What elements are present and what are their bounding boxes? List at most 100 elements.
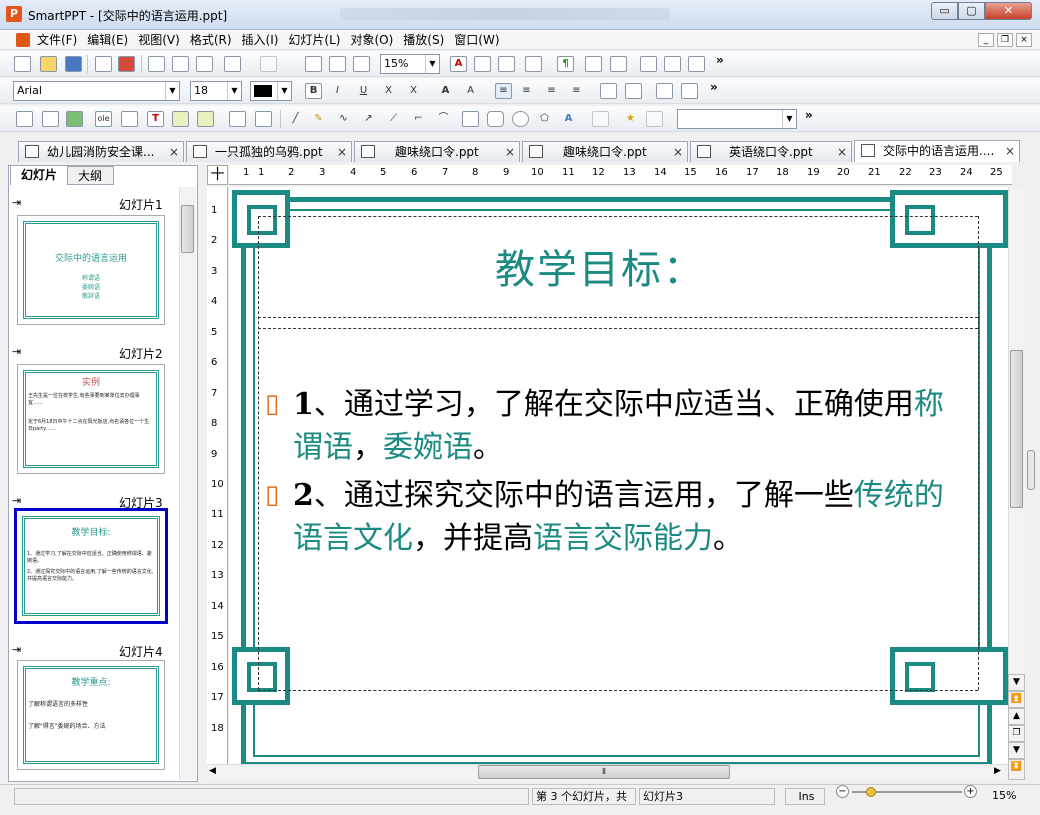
tab-document[interactable]: 趣味绕口令.ppt × — [354, 141, 520, 162]
ruler-corner[interactable]: 十 — [207, 165, 228, 185]
zoom-select[interactable]: 15% ▼ — [380, 54, 440, 74]
tab-document[interactable]: 趣味绕口令.ppt × — [522, 141, 688, 162]
connector-tool-icon[interactable]: ⟋ — [385, 111, 402, 127]
menu-window[interactable]: 窗口(W) — [449, 30, 504, 50]
bullet-item[interactable]: ▯ 2、通过探究交际中的语言运用，了解一些传统的语言文化，并提高语言交际能力。 — [265, 474, 973, 560]
justify-icon[interactable]: ≡ — [568, 83, 585, 99]
zoom-in-icon[interactable]: + — [964, 785, 977, 798]
vertical-scroll-thumb[interactable] — [1010, 350, 1023, 508]
text-color-icon[interactable]: A — [450, 56, 467, 72]
insert-movie-icon[interactable] — [229, 111, 246, 127]
mdi-restore-button[interactable]: ❐ — [997, 33, 1013, 47]
close-icon[interactable]: × — [337, 142, 347, 162]
tab-document[interactable]: 英语绕口令.ppt × — [690, 141, 852, 162]
mdi-minimize-button[interactable]: _ — [978, 33, 994, 47]
tab-document[interactable]: 一只孤独的乌鸦.ppt × — [186, 141, 352, 162]
insert-table-icon[interactable] — [474, 56, 491, 72]
bullet-item[interactable]: ▯ 1、通过学习，了解在交际中应适当、正确使用称谓语，委婉语。 — [265, 383, 973, 469]
menu-play[interactable]: 播放(S) — [398, 30, 449, 50]
document-icon[interactable] — [16, 33, 30, 47]
panel-grip[interactable] — [1027, 450, 1035, 490]
toolbar3-more[interactable]: » — [805, 108, 813, 122]
tab-document-active[interactable]: 交际中的语言运用.... × — [854, 140, 1020, 162]
spell-check-icon[interactable] — [585, 56, 602, 72]
insert-sound-icon[interactable] — [255, 111, 272, 127]
close-icon[interactable]: × — [505, 142, 515, 162]
maximize-button[interactable]: ▢ — [958, 2, 985, 20]
insert-formula-icon[interactable] — [121, 111, 138, 127]
menu-object[interactable]: 对象(O) — [345, 30, 398, 50]
panel-splitter[interactable] — [199, 165, 207, 782]
slide-sorter-icon[interactable] — [305, 56, 322, 72]
align-right-icon[interactable]: ≡ — [543, 83, 560, 99]
wordart-icon[interactable]: A — [560, 111, 577, 127]
horizontal-scroll-thumb[interactable]: ⦀ — [478, 765, 730, 779]
horizontal-ruler[interactable]: 1 1 2 3 4 5 6 7 8 9 10 11 12 13 14 15 16… — [229, 165, 1012, 185]
curved-connector-icon[interactable]: ⌒ — [435, 111, 452, 127]
grow-font-button[interactable]: A — [437, 83, 454, 99]
scroll-left-arrow-icon[interactable]: ◀ — [209, 766, 216, 776]
copy-icon[interactable] — [172, 56, 189, 72]
tab-document[interactable]: 幼儿园消防安全课... × — [18, 141, 184, 162]
scroll-down-arrow-icon[interactable]: ▼ — [1008, 674, 1025, 691]
insert-image-icon[interactable] — [66, 111, 83, 127]
last-slide-icon[interactable]: ⏬ — [1008, 759, 1025, 780]
zoom-icon[interactable] — [329, 56, 346, 72]
slide-thumbnail-selected[interactable]: 教学目标: 1、通过学习,了解在交际中应适当、正确使用称谓语、委婉语。 2、通过… — [14, 508, 168, 624]
insert-textbox-icon[interactable] — [16, 111, 33, 127]
export-pdf-icon[interactable] — [118, 56, 135, 72]
minimize-button[interactable]: ▭ — [931, 2, 958, 20]
first-slide-icon[interactable]: ⏫ — [1008, 691, 1025, 708]
numbered-list-icon[interactable] — [681, 83, 698, 99]
scroll-right-arrow-icon[interactable]: ▶ — [994, 766, 1001, 776]
menu-file[interactable]: 文件(F) — [32, 30, 82, 50]
underline-button[interactable]: U — [355, 83, 372, 99]
menu-insert[interactable]: 插入(I) — [237, 30, 284, 50]
menu-format[interactable]: 格式(R) — [185, 30, 237, 50]
tab-slides[interactable]: 幻灯片 — [10, 165, 68, 185]
print-icon[interactable] — [95, 56, 112, 72]
slides-panel-scrollbar[interactable] — [179, 187, 196, 780]
slide-thumbnail[interactable]: 实例 王先生是一位在校学生,有些事要到某单位去办理事宜…… 定于6月18日中午十… — [17, 364, 165, 474]
menu-view[interactable]: 视图(V) — [133, 30, 185, 50]
insert-ole-icon[interactable]: ole — [95, 111, 112, 127]
toolbar2-more[interactable]: » — [710, 80, 718, 94]
insert-frame-icon[interactable] — [172, 111, 189, 127]
paragraph-mark-icon[interactable]: ¶ — [557, 56, 574, 72]
rounded-rect-tool-icon[interactable] — [487, 111, 504, 127]
page-layout-icon[interactable] — [640, 56, 657, 72]
open-folder-icon[interactable] — [40, 56, 57, 72]
slide-view-icon[interactable]: ❐ — [1008, 725, 1025, 742]
new-file-icon[interactable] — [14, 56, 31, 72]
strikethrough-button[interactable]: X — [380, 83, 397, 99]
close-icon[interactable]: × — [169, 142, 179, 162]
close-icon[interactable]: × — [837, 142, 847, 162]
bullet-list-icon[interactable] — [656, 83, 673, 99]
close-icon[interactable]: × — [1005, 141, 1015, 161]
save-icon[interactable] — [65, 56, 82, 72]
zoom-out-icon[interactable]: − — [836, 785, 849, 798]
app-icon[interactable]: P — [6, 6, 22, 22]
curve-tool-icon[interactable]: ∿ — [335, 111, 352, 127]
arrow-tool-icon[interactable]: ↗ — [360, 111, 377, 127]
insert-table-icon[interactable] — [42, 111, 59, 127]
toolbar1-more[interactable]: » — [716, 53, 724, 67]
mdi-close-button[interactable]: × — [1016, 33, 1032, 47]
menu-edit[interactable]: 编辑(E) — [82, 30, 133, 50]
paste-icon[interactable] — [196, 56, 213, 72]
style-select[interactable]: ▼ — [677, 109, 797, 129]
font-color-select[interactable]: ▼ — [250, 81, 292, 101]
undo-icon[interactable] — [224, 56, 241, 72]
shrink-font-button[interactable]: A — [462, 83, 479, 99]
format-painter-icon[interactable] — [525, 56, 542, 72]
font-name-select[interactable]: Arial ▼ — [13, 81, 180, 101]
menu-slide[interactable]: 幻灯片(L) — [283, 30, 345, 50]
close-icon[interactable]: × — [673, 142, 683, 162]
previous-slide-icon[interactable]: ▲ — [1008, 708, 1025, 725]
slide-title[interactable]: 教学目标： — [440, 237, 760, 295]
close-button[interactable]: ✕ — [985, 2, 1032, 20]
slide-thumbnail[interactable]: 交际中的语言运用 称谓语 委婉语 敬辞语 — [17, 215, 165, 325]
ellipse-tool-icon[interactable] — [512, 111, 529, 127]
next-slide-icon[interactable]: ▼ — [1008, 742, 1025, 759]
group-icon[interactable] — [592, 111, 609, 127]
